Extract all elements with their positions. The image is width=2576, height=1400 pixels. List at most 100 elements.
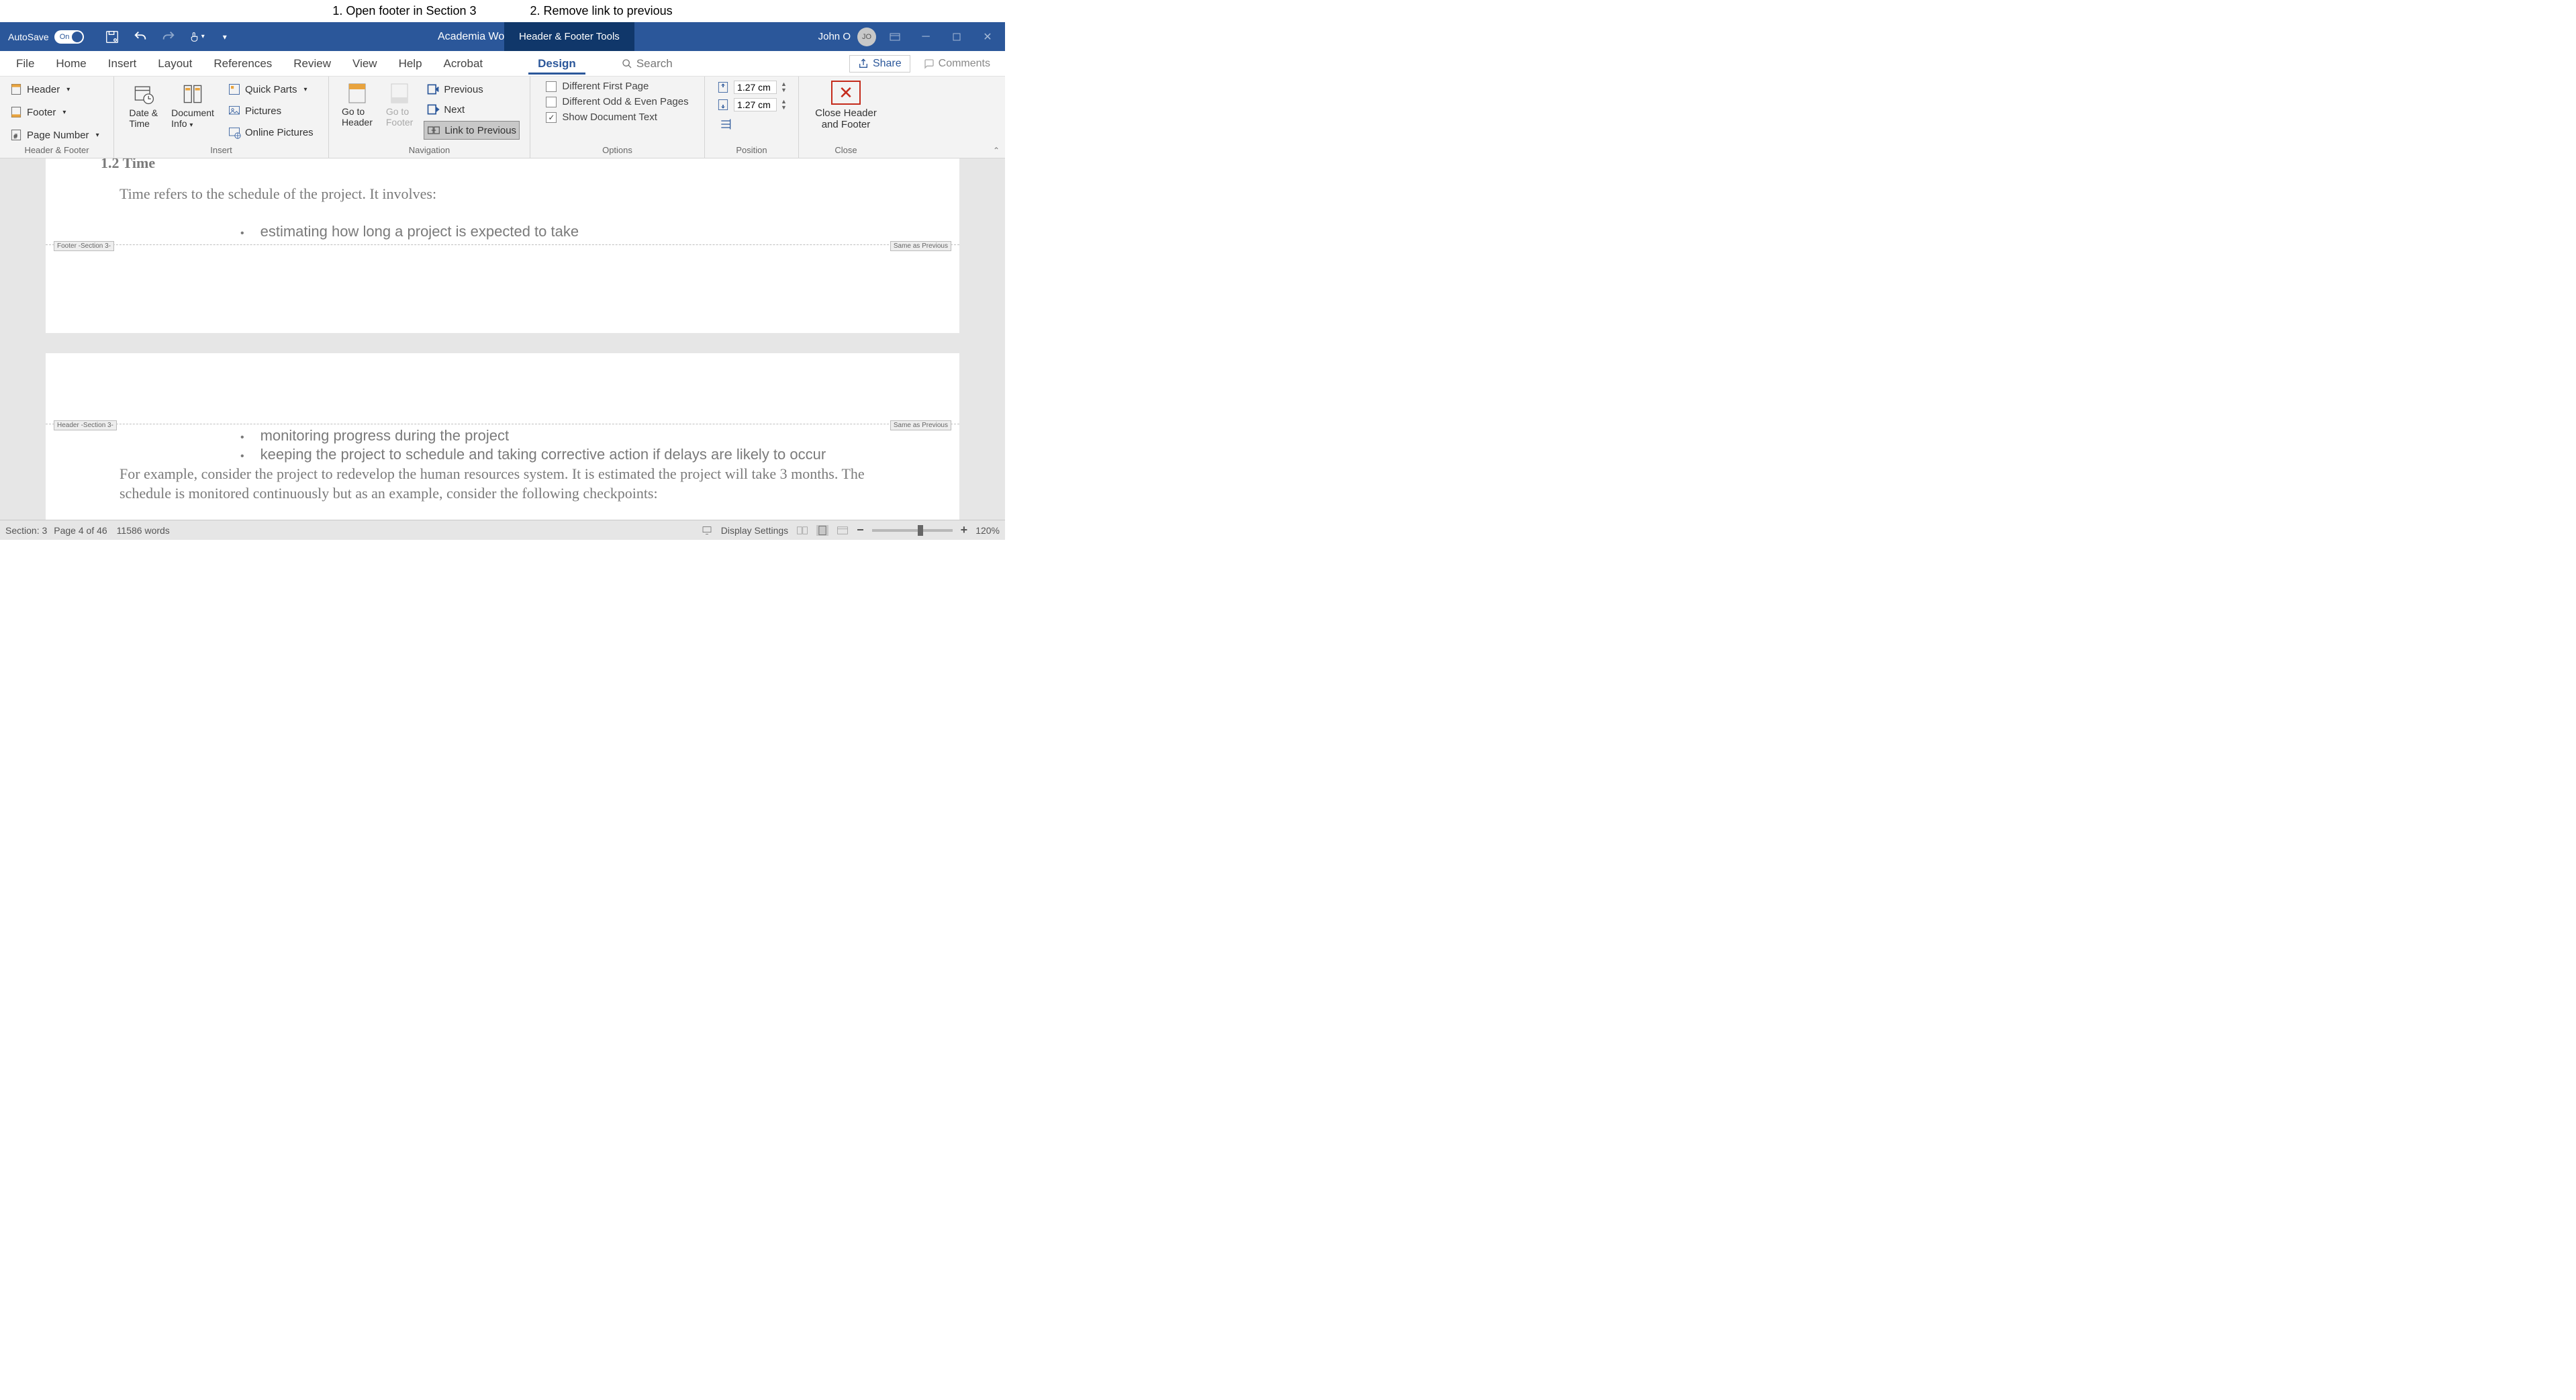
online-pictures-button[interactable]: Online Pictures (225, 124, 316, 141)
same-as-previous-tag-footer: Same as Previous (890, 241, 951, 251)
quick-access-toolbar: ▾ ▾ (104, 29, 233, 45)
comments-icon (924, 58, 935, 69)
tab-view[interactable]: View (343, 53, 387, 75)
search-box[interactable]: Search (622, 57, 673, 71)
zoom-level[interactable]: 120% (975, 525, 1000, 536)
doc-bullet-3: •keeping the project to schedule and tak… (240, 446, 826, 463)
footer-bottom-value[interactable]: 1.27 cm (734, 98, 777, 111)
contextual-tab-header-footer-tools: Header & Footer Tools (504, 22, 634, 51)
header-from-top-spinner[interactable]: 1.27 cm ▲▼ (716, 81, 787, 94)
autosave-toggle[interactable]: AutoSave On (0, 30, 92, 44)
tab-references[interactable]: References (204, 53, 281, 75)
pictures-button[interactable]: Pictures (225, 102, 316, 120)
autosave-label: AutoSave (8, 32, 49, 42)
svg-text:#: # (14, 133, 18, 140)
status-page[interactable]: Page 4 of 46 (54, 525, 107, 536)
goto-header-label: Go toHeader (342, 106, 373, 128)
tab-layout[interactable]: Layout (148, 53, 201, 75)
same-as-previous-tag-header: Same as Previous (890, 420, 951, 430)
tab-review[interactable]: Review (284, 53, 340, 75)
instruction-step-1: 1. Open footer in Section 3 (332, 4, 476, 18)
status-words[interactable]: 11586 words (117, 525, 170, 536)
goto-footer-label: Go toFooter (386, 106, 413, 128)
group-label-hf: Header & Footer (24, 145, 89, 156)
title-bar: AutoSave On ▾ ▾ Academia Word - Saved ▼ … (0, 22, 1005, 51)
search-label: Search (636, 57, 673, 71)
ribbon: Header▾ Footer▾ #Page Number▾ Header & F… (0, 77, 1005, 158)
comments-button[interactable]: Comments (916, 55, 998, 73)
tab-acrobat[interactable]: Acrobat (434, 53, 493, 75)
read-mode-icon[interactable] (796, 525, 808, 536)
footer-from-bottom-spinner[interactable]: 1.27 cm ▲▼ (716, 98, 787, 111)
display-settings-label[interactable]: Display Settings (721, 525, 788, 536)
tab-file[interactable]: File (7, 53, 44, 75)
zoom-slider[interactable] (872, 529, 953, 532)
group-label-nav: Navigation (409, 145, 450, 156)
doc-paragraph-1: Time refers to the schedule of the proje… (120, 185, 436, 203)
date-time-button[interactable]: Date &Time (126, 81, 160, 130)
document-canvas[interactable]: 1.2 Time Time refers to the schedule of … (0, 158, 1005, 520)
ribbon-group-options: Different First Page Different Odd & Eve… (530, 77, 705, 158)
footer-section-tag: Footer -Section 3- (54, 241, 114, 251)
close-header-footer-button[interactable]: ✕ Close Header and Footer (815, 81, 877, 130)
status-section[interactable]: Section: 3 (5, 525, 47, 536)
footer-menu[interactable]: Footer▾ (7, 103, 68, 121)
date-time-label: Date &Time (129, 107, 158, 129)
user-avatar[interactable]: JO (857, 28, 876, 46)
zoom-thumb[interactable] (918, 525, 923, 536)
insert-alignment-tab-button[interactable] (716, 115, 735, 133)
customize-qat-icon[interactable]: ▾ (217, 29, 233, 45)
group-label-close: Close (834, 145, 857, 156)
collapse-ribbon-icon[interactable]: ⌃ (993, 146, 1000, 155)
link-to-previous-button[interactable]: Link to Previous (424, 121, 520, 140)
minimize-icon[interactable]: ─ (914, 28, 938, 46)
status-bar: Section: 3 Page 4 of 46 11586 words Disp… (0, 520, 1005, 540)
header-top-value[interactable]: 1.27 cm (734, 81, 777, 94)
different-odd-even-checkbox[interactable]: Different Odd & Even Pages (546, 96, 688, 107)
header-menu[interactable]: Header▾ (7, 81, 73, 98)
group-label-position: Position (736, 145, 767, 156)
ribbon-group-close: ✕ Close Header and Footer Close (799, 77, 893, 158)
undo-icon[interactable] (132, 29, 148, 45)
tab-home[interactable]: Home (46, 53, 95, 75)
goto-header-button[interactable]: Go toHeader (339, 81, 375, 129)
quick-parts-button[interactable]: Quick Parts▾ (225, 81, 316, 98)
tab-insert[interactable]: Insert (99, 53, 146, 75)
ribbon-group-position: 1.27 cm ▲▼ 1.27 cm ▲▼ Position (705, 77, 799, 158)
autosave-switch[interactable]: On (54, 30, 84, 44)
user-name: John O (818, 31, 851, 42)
web-layout-icon[interactable] (837, 525, 849, 536)
next-button[interactable]: Next (424, 101, 520, 118)
share-button[interactable]: Share (849, 55, 910, 73)
ribbon-group-insert: Date &Time DocumentInfo ▾ Quick Parts▾ P… (114, 77, 329, 158)
page-number-menu[interactable]: #Page Number▾ (7, 126, 102, 144)
ribbon-tabs: File Home Insert Layout References Revie… (0, 51, 1005, 77)
document-info-button[interactable]: DocumentInfo ▾ (169, 81, 217, 130)
page-current: 1.2 Time Time refers to the schedule of … (46, 158, 959, 333)
tab-design[interactable]: Design (528, 53, 585, 75)
doc-paragraph-2: For example, consider the project to red… (120, 465, 919, 503)
doc-heading: 1.2 Time (101, 158, 155, 172)
show-document-text-checkbox[interactable]: ✓Show Document Text (546, 111, 657, 123)
redo-icon[interactable] (160, 29, 177, 45)
zoom-out-button[interactable]: − (857, 523, 864, 537)
touch-mode-icon[interactable]: ▾ (189, 29, 205, 45)
doc-bullet-2: •monitoring progress during the project (240, 427, 509, 445)
group-label-insert: Insert (210, 145, 232, 156)
close-x-icon: ✕ (831, 81, 861, 105)
save-icon[interactable] (104, 29, 120, 45)
share-icon (858, 58, 869, 69)
doc-bullet-1: •estimating how long a project is expect… (240, 223, 579, 240)
display-settings-icon[interactable] (701, 525, 713, 536)
ribbon-group-navigation: Go toHeader Go toFooter Previous Next Li… (329, 77, 530, 158)
instruction-bar: 1. Open footer in Section 3 2. Remove li… (0, 0, 1005, 22)
zoom-in-button[interactable]: + (961, 523, 968, 537)
tab-help[interactable]: Help (389, 53, 432, 75)
ribbon-display-options-icon[interactable] (883, 28, 907, 46)
maximize-icon[interactable] (945, 28, 969, 46)
doc-info-label: DocumentInfo ▾ (171, 107, 214, 129)
close-window-icon[interactable]: ✕ (975, 28, 1000, 46)
print-layout-icon[interactable] (816, 525, 828, 536)
different-first-page-checkbox[interactable]: Different First Page (546, 81, 649, 92)
previous-button[interactable]: Previous (424, 81, 520, 98)
